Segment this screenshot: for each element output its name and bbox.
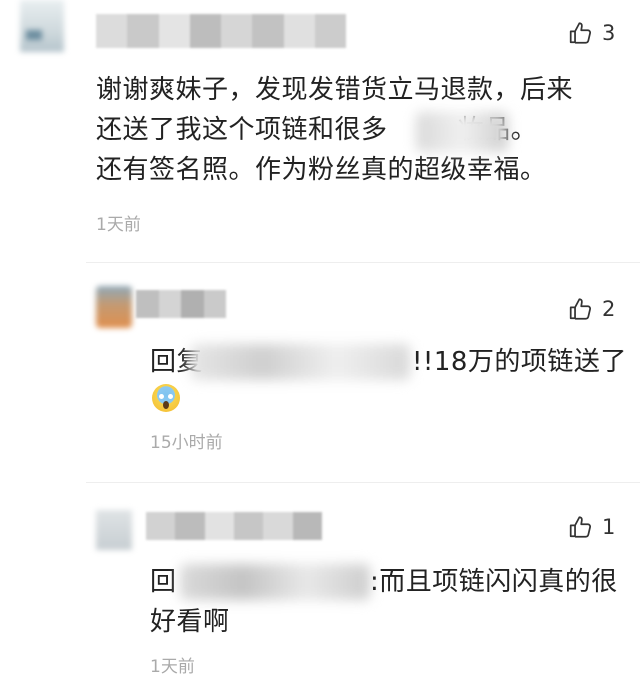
like-button[interactable]: 3 bbox=[568, 20, 615, 46]
comment-text: !!18万的项链送了 bbox=[412, 347, 627, 377]
timestamp: 15小时前 bbox=[150, 433, 223, 453]
like-button[interactable]: 1 bbox=[568, 514, 615, 540]
username-blurred[interactable] bbox=[146, 512, 322, 540]
thumbs-up-icon bbox=[569, 22, 592, 44]
avatar[interactable] bbox=[20, 0, 64, 52]
face-screaming-in-fear-icon bbox=[152, 384, 180, 412]
like-button[interactable]: 2 bbox=[568, 296, 615, 322]
like-count: 2 bbox=[602, 297, 616, 321]
redaction-blur bbox=[416, 112, 508, 152]
like-count: 1 bbox=[602, 515, 616, 539]
avatar[interactable] bbox=[96, 286, 132, 328]
timestamp: 1天前 bbox=[150, 657, 195, 677]
username-blurred[interactable] bbox=[96, 14, 346, 48]
comment-1: 3 谢谢爽妹子，发现发错货立马退款，后来 还送了我这个项链和很多 妆品。 还有签… bbox=[0, 0, 640, 240]
avatar[interactable] bbox=[96, 510, 132, 550]
thumbs-up-icon bbox=[569, 298, 592, 320]
like-count: 3 bbox=[602, 21, 616, 45]
timestamp: 1天前 bbox=[96, 215, 141, 235]
comment-2: 2 回复 !!18万的项链送了 15小时前 bbox=[0, 262, 640, 482]
comment-3: 1 回 :而且项链闪闪真的很 好看啊 1天前 bbox=[0, 482, 640, 693]
username-blurred[interactable] bbox=[136, 290, 226, 318]
redaction-blur bbox=[190, 344, 410, 380]
comment-text: :而且项链闪闪真的很 好看啊 bbox=[150, 567, 618, 637]
comment-text: 谢谢爽妹子，发现发错货立马退款，后来 还送了我这个项链和很多 妆品。 还有签名照… bbox=[96, 75, 574, 185]
thumbs-up-icon bbox=[569, 516, 592, 538]
